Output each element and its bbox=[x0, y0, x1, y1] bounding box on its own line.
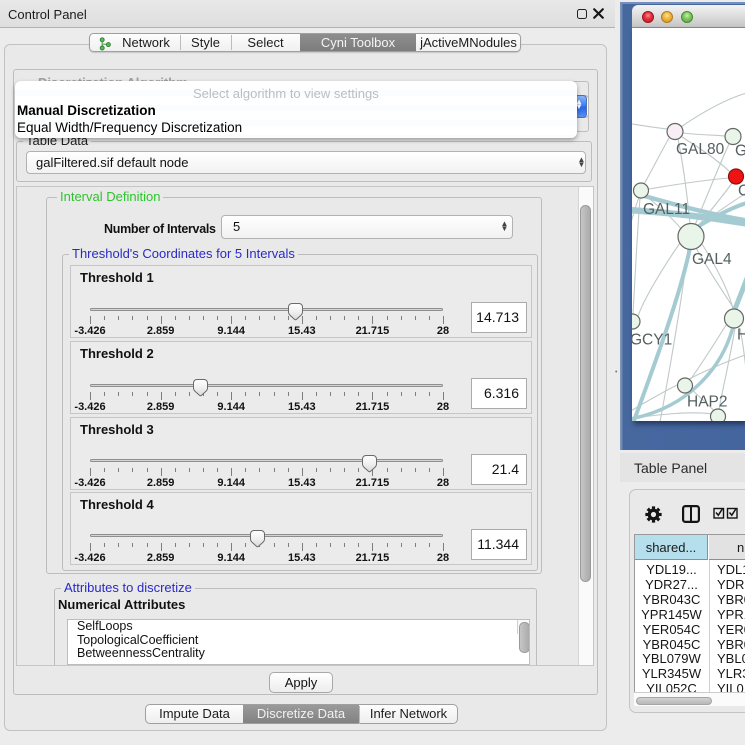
svg-text:GAL4: GAL4 bbox=[692, 251, 732, 268]
svg-text:HAP2: HAP2 bbox=[687, 394, 728, 411]
svg-text:GAL80: GAL80 bbox=[676, 141, 725, 158]
svg-text:GAL11: GAL11 bbox=[643, 201, 690, 218]
svg-text:GCY1: GCY1 bbox=[632, 332, 672, 349]
svg-text:GA: GA bbox=[735, 143, 745, 160]
svg-text:C: C bbox=[738, 183, 745, 200]
svg-text:H: H bbox=[737, 327, 745, 344]
